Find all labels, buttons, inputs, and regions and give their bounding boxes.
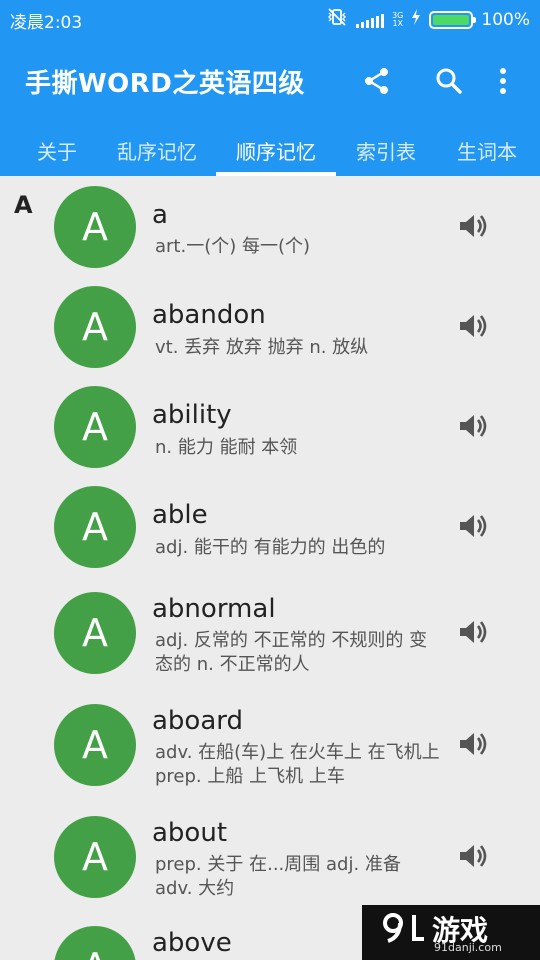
more-vert-icon [500, 68, 506, 94]
word-meaning: adj. 反常的 不正常的 不规则的 变态的 n. 不正常的人 [155, 630, 428, 675]
site-logo-icon [383, 913, 424, 943]
charging-icon [411, 9, 421, 30]
share-button[interactable] [358, 62, 396, 100]
word-avatar: A [54, 186, 136, 268]
word-meaning: adj. 能干的 有能力的 出色的 [155, 537, 386, 558]
tab-index[interactable]: 索引表 [340, 124, 432, 176]
vibrate-off-icon [326, 7, 348, 32]
word-meaning: adv. 在船(车)上 在火车上 在飞机上 prep. 上船 上飞机 上车 [155, 742, 440, 787]
tab-bar: 关于 乱序记忆 顺序记忆 索引表 生词本 [0, 124, 540, 176]
word-text: above [152, 928, 232, 958]
word-avatar: A [54, 592, 136, 674]
word-text: aboard [152, 706, 244, 736]
watermark: 游戏 91danji.com [362, 905, 540, 960]
list-item[interactable]: A abandon vt. 丢弃 放弃 抛弃 n. 放纵 [0, 276, 540, 376]
list-item[interactable]: A ability n. 能力 能耐 本领 [0, 376, 540, 476]
list-item[interactable]: A aboard adv. 在船(车)上 在火车上 在飞机上 prep. 上船 … [0, 688, 540, 800]
share-icon [365, 68, 388, 94]
pronounce-button[interactable] [456, 510, 492, 542]
search-button[interactable] [430, 62, 468, 100]
status-bar: 凌晨2:03 3G 1X 100% [0, 0, 540, 38]
word-avatar: A [54, 486, 136, 568]
tab-vocabulary-book[interactable]: 生词本 [442, 124, 532, 176]
word-text: a [152, 200, 168, 230]
word-meaning: prep. 关于 在...周围 adj. 准备 adv. 大约 [155, 854, 401, 899]
speaker-icon [460, 515, 487, 537]
speaker-icon [460, 621, 487, 643]
tab-sequential-memory[interactable]: 顺序记忆 [216, 124, 336, 176]
pronounce-button[interactable] [456, 410, 492, 442]
speaker-icon [460, 733, 487, 755]
speaker-icon [460, 215, 487, 237]
app-bar: 手撕WORD之英语四级 [0, 38, 540, 124]
word-text: ability [152, 400, 232, 430]
word-text: abnormal [152, 594, 276, 624]
word-text: abandon [152, 300, 266, 330]
list-item[interactable]: A abnormal adj. 反常的 不正常的 不规则的 变态的 n. 不正常… [0, 576, 540, 688]
speaker-icon [460, 315, 487, 337]
pronounce-button[interactable] [456, 210, 492, 242]
word-avatar: A [54, 704, 136, 786]
word-meaning: vt. 丢弃 放弃 抛弃 n. 放纵 [155, 337, 369, 358]
speaker-icon [460, 845, 487, 867]
list-item[interactable]: A a art.一(个) 每一(个) [0, 176, 540, 276]
list-item[interactable]: A able adj. 能干的 有能力的 出色的 [0, 476, 540, 576]
network-type: 3G 1X [392, 10, 404, 28]
pronounce-button[interactable] [456, 616, 492, 648]
word-list[interactable]: A A a art.一(个) 每一(个) A abandon vt. 丢弃 放弃… [0, 176, 540, 960]
battery-icon [429, 10, 477, 29]
word-avatar: A [54, 386, 136, 468]
status-time: 凌晨2:03 [10, 13, 83, 33]
status-icons: 3G 1X 100% [326, 7, 530, 32]
word-text: about [152, 818, 228, 848]
list-item[interactable]: A about prep. 关于 在...周围 adj. 准备 adv. 大约 [0, 800, 540, 912]
word-text: able [152, 500, 208, 530]
pronounce-button[interactable] [456, 310, 492, 342]
signal-icon [356, 12, 385, 28]
battery-percent: 100% [481, 9, 530, 30]
pronounce-button[interactable] [456, 840, 492, 872]
battery-fill [433, 14, 470, 25]
tab-about[interactable]: 关于 [20, 124, 94, 176]
tab-random-memory[interactable]: 乱序记忆 [102, 124, 212, 176]
search-icon [436, 68, 462, 94]
word-meaning: n. 能力 能耐 本领 [155, 437, 298, 458]
word-avatar: A [54, 926, 136, 960]
speaker-icon [460, 415, 487, 437]
word-meaning: art.一(个) 每一(个) [155, 236, 311, 257]
word-avatar: A [54, 816, 136, 898]
app-title: 手撕WORD之英语四级 [25, 69, 305, 99]
more-options-button[interactable] [484, 62, 522, 100]
pronounce-button[interactable] [456, 728, 492, 760]
watermark-site: 91danji.com [434, 941, 502, 954]
word-avatar: A [54, 286, 136, 368]
